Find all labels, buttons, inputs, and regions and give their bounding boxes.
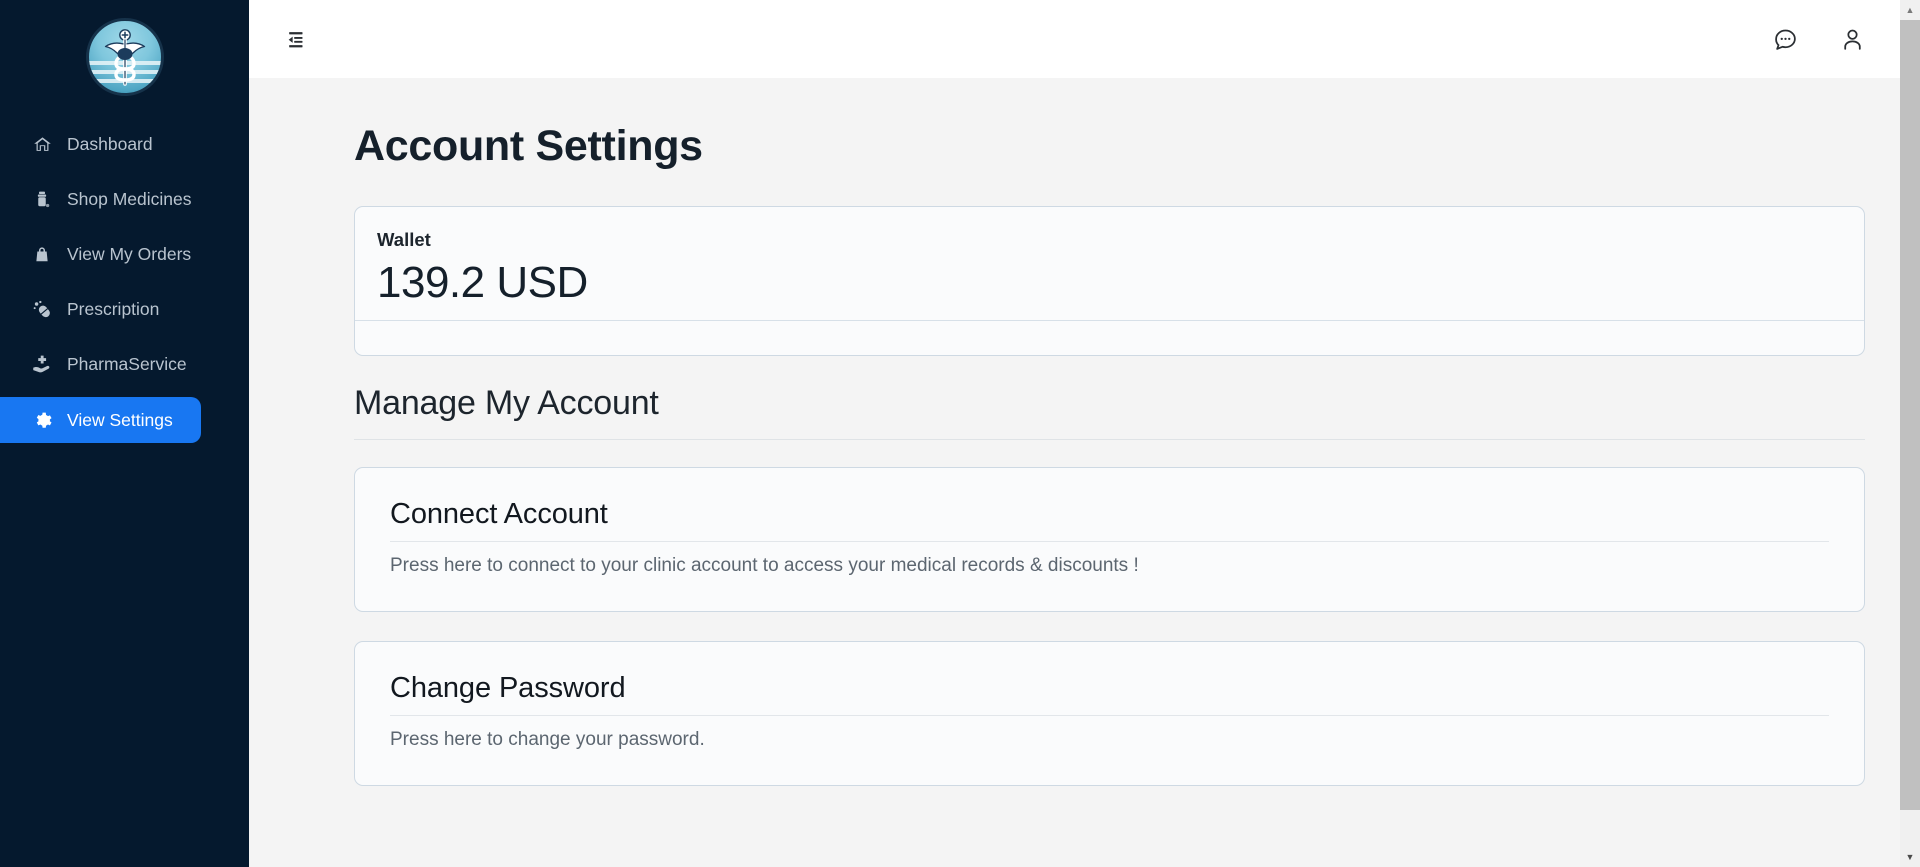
wallet-card: Wallet 139.2 USD — [354, 206, 1865, 357]
shopping-bag-icon — [31, 243, 53, 265]
app-root: Dashboard Shop Medicines View My Orders … — [0, 0, 1920, 867]
scroll-up-arrow-icon[interactable]: ▲ — [1900, 0, 1920, 20]
card-divider — [390, 715, 1829, 717]
wallet-card-footer — [355, 320, 1864, 355]
sidebar-item-label: View Settings — [67, 409, 173, 430]
topbar-left — [285, 29, 305, 49]
sidebar-item-pharmaservice[interactable]: PharmaService — [0, 342, 249, 386]
sidebar-item-label: PharmaService — [67, 353, 187, 374]
medicine-bottle-icon — [31, 188, 53, 210]
connect-account-title: Connect Account — [390, 498, 608, 531]
sidebar-item-label: Dashboard — [67, 133, 153, 154]
topbar-right — [1773, 27, 1865, 52]
sidebar-item-label: View My Orders — [67, 243, 192, 264]
wallet-label: Wallet — [377, 229, 431, 250]
sidebar-item-shop-medicines[interactable]: Shop Medicines — [0, 177, 249, 221]
gear-icon — [31, 409, 53, 431]
brand — [0, 14, 249, 100]
page-scrollbar[interactable]: ▲ ▼ — [1900, 0, 1920, 867]
scroll-down-arrow-icon[interactable]: ▼ — [1900, 847, 1920, 867]
sidebar-collapse-icon[interactable] — [285, 29, 305, 49]
sidebar-item-label: Prescription — [67, 298, 160, 319]
hand-plus-icon — [31, 353, 53, 375]
user-account-icon[interactable] — [1840, 27, 1865, 52]
change-password-title: Change Password — [390, 672, 626, 705]
change-password-card[interactable]: Change Password Press here to change you… — [354, 641, 1865, 787]
section-divider — [354, 439, 1865, 441]
change-password-description: Press here to change your password. — [390, 729, 705, 751]
page-title: Account Settings — [354, 122, 703, 170]
home-icon — [31, 133, 53, 155]
sidebar: Dashboard Shop Medicines View My Orders … — [0, 0, 249, 867]
caduceus-icon — [104, 29, 145, 86]
chat-bubble-icon[interactable] — [1773, 27, 1798, 52]
section-title-manage-account: Manage My Account — [354, 384, 659, 423]
sidebar-item-view-my-orders[interactable]: View My Orders — [0, 232, 249, 276]
sidebar-nav: Dashboard Shop Medicines View My Orders … — [0, 122, 249, 454]
topbar — [249, 0, 1920, 78]
wallet-amount: 139.2 USD — [377, 258, 588, 307]
card-divider — [390, 541, 1829, 543]
sidebar-item-label: Shop Medicines — [67, 188, 192, 209]
sidebar-item-prescription[interactable]: Prescription — [0, 287, 249, 331]
connect-account-description: Press here to connect to your clinic acc… — [390, 555, 1139, 577]
page-content: Account Settings Wallet 139.2 USD Manage… — [249, 78, 1920, 867]
scrollbar-thumb[interactable] — [1900, 20, 1920, 810]
sidebar-item-view-settings[interactable]: View Settings — [0, 397, 201, 443]
pills-icon — [31, 298, 53, 320]
connect-account-card[interactable]: Connect Account Press here to connect to… — [354, 467, 1865, 613]
sidebar-item-dashboard[interactable]: Dashboard — [0, 122, 249, 166]
wallet-body: Wallet 139.2 USD — [355, 207, 1864, 320]
main-area: Account Settings Wallet 139.2 USD Manage… — [249, 0, 1920, 867]
caduceus-logo — [85, 18, 164, 96]
